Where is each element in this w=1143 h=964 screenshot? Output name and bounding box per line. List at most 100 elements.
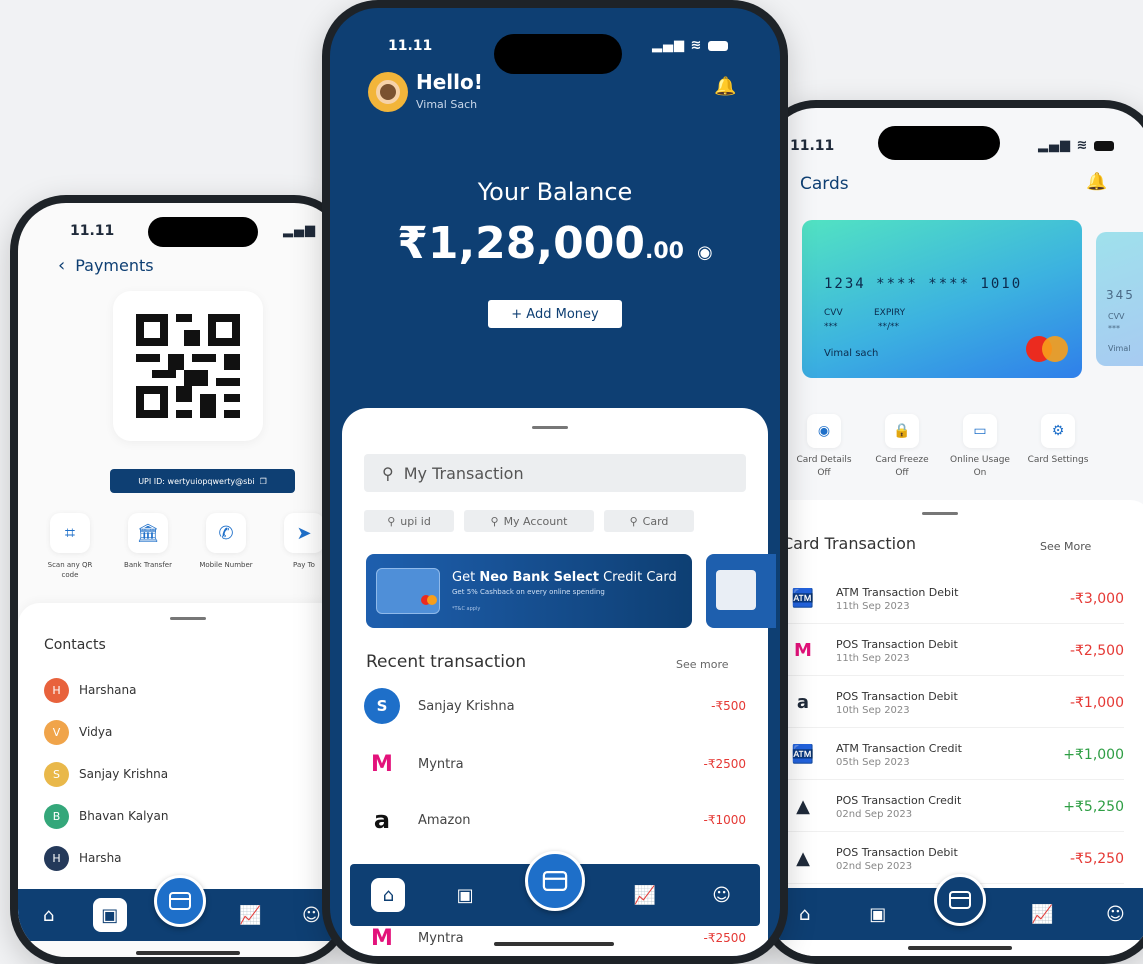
upi-id-pill[interactable]: UPI ID: wertyuiopqwerty@sbi ❐ [110,469,295,493]
search-input[interactable]: ⚲ My Transaction [364,454,746,492]
card-holder: Vimal sach [824,348,879,359]
chip-label: My Account [503,514,568,528]
profile-icon[interactable]: ☺ [705,878,739,912]
atm-icon [716,570,756,610]
search-icon: ⚲ [387,514,396,528]
scan-qr-action[interactable]: ⌗ Scan any QR code [40,513,100,581]
home-icon[interactable]: ⌂ [32,898,66,932]
see-more-link[interactable]: See More [1040,540,1091,553]
card-details-toggle[interactable]: ◉ Card Details Off [792,414,856,479]
mastercard-logo [1026,336,1068,362]
lock-icon: 🔒 [885,414,919,448]
see-more-link[interactable]: See more [676,658,729,671]
home-icon[interactable]: ⌂ [788,897,822,931]
avatar[interactable] [368,72,408,112]
promo-banner[interactable]: Get Neo Bank Select Credit Card Get 5% C… [366,554,692,628]
card-nav-button[interactable] [524,851,585,911]
card-transaction-row[interactable]: a POS Transaction Debit 10th Sep 2023 -₹1… [788,678,1124,728]
dynamic-island [494,34,622,74]
transaction-amount: -₹3,000 [1069,590,1124,607]
chip-label: upi id [400,514,431,528]
online-icon: ▭ [963,414,997,448]
qr-code-icon [136,314,240,418]
card-settings-button[interactable]: ⚙ Card Settings [1026,414,1090,479]
mobile-number-action[interactable]: ✆ Mobile Number [196,513,256,581]
dynamic-island [148,217,258,247]
profile-icon[interactable]: ☺ [1098,897,1132,931]
bank-icon: 🏛 [128,513,168,553]
status-time: 11.11 [388,38,433,54]
avatar: H [44,845,69,871]
transaction-name: Sanjay Krishna [418,698,515,714]
scan-qr-label: Scan any QR code [47,561,93,579]
card-transaction-row[interactable]: ▲ POS Transaction Credit 02nd Sep 2023 +₹… [788,782,1124,832]
search-icon: ⚲ [490,514,499,528]
payments-nav-icon[interactable]: ▣ [448,878,482,912]
home-screen: 11.11 ▂▄▆ ≋ Hello! Vimal Sach 🔔 Your Bal… [330,8,780,956]
avatar: V [44,719,69,745]
home-indicator [494,942,614,946]
sheet-handle[interactable] [170,617,206,620]
contact-item[interactable]: V Vidya [18,711,342,753]
transaction-title: POS Transaction Debit [836,637,958,651]
transaction-amount: -₹500 [711,699,746,713]
payment-actions: ⌗ Scan any QR code 🏛 Bank Transfer ✆ Mob… [40,513,334,581]
card-transaction-row[interactable]: M POS Transaction Debit 11th Sep 2023 -₹2… [788,626,1124,676]
contact-item[interactable]: H Harsha [18,837,342,879]
sheet-handle[interactable] [922,512,958,515]
bell-icon[interactable]: 🔔 [1086,172,1107,192]
filter-chip-card[interactable]: ⚲ Card [604,510,694,532]
chart-icon[interactable]: 📈 [233,898,267,932]
phone-icon: ✆ [206,513,246,553]
card-details-label: Card Details Off [796,455,852,478]
credit-card-secondary[interactable]: 345 CVV *** Vimal [1096,232,1143,366]
bank-transfer-action[interactable]: 🏛 Bank Transfer [118,513,178,581]
card-freeze-toggle[interactable]: 🔒 Card Freeze Off [870,414,934,479]
payments-nav-icon[interactable]: ▣ [861,897,895,931]
avatar-face [376,80,400,104]
transaction-row[interactable]: a Amazon -₹1000 [364,792,746,848]
filter-chip-account[interactable]: ⚲ My Account [464,510,594,532]
transaction-date: 05th Sep 2023 [836,756,910,768]
amazon-logo-icon: a [373,806,391,834]
home-icon[interactable]: ⌂ [371,878,406,912]
avatar: S [44,761,69,787]
contact-avatar: S [364,688,400,724]
sheet-handle[interactable] [532,426,568,429]
contact-item[interactable]: B Bhavan Kalyan [18,795,342,837]
transaction-title: ATM Transaction Credit [836,741,962,755]
greeting: Hello! [416,70,483,94]
adidas-logo-icon: ▲ [796,848,810,869]
card2-number: 345 [1106,288,1135,302]
card-nav-button[interactable] [933,874,986,926]
contact-item[interactable]: H Harshana [18,669,342,711]
add-money-button[interactable]: + Add Money [488,300,622,328]
filter-chip-upi[interactable]: ⚲ upi id [364,510,454,532]
bell-icon[interactable]: 🔔 [714,76,736,97]
chart-icon[interactable]: 📈 [628,878,662,912]
card-transaction-row[interactable]: 🏧 ATM Transaction Debit 11th Sep 2023 -₹3… [788,574,1124,624]
transaction-amount: -₹5,250 [1069,850,1124,867]
transaction-row[interactable]: S Sanjay Krishna -₹500 [364,678,746,734]
promo-banner-next[interactable] [706,554,776,628]
card-nav-button[interactable] [153,875,206,927]
signal-wifi-icon: ▂▄▆ ≋ [652,38,728,53]
eye-icon[interactable]: ◉ [697,242,713,263]
transaction-row[interactable]: M Myntra -₹2500 [364,736,746,792]
cvv-value: *** [824,322,838,332]
contact-list: H Harshana V Vidya S Sanjay Krishna B Bh… [18,669,342,879]
promo-note: *T&C apply [452,606,481,612]
back-chevron-icon[interactable]: ‹ [58,255,65,276]
dynamic-island [878,126,1000,160]
online-usage-toggle[interactable]: ▭ Online Usage On [948,414,1012,479]
chart-icon[interactable]: 📈 [1025,897,1059,931]
card-transaction-row[interactable]: 🏧 ATM Transaction Credit 05th Sep 2023 +₹… [788,730,1124,780]
bottom-nav: ⌂ ▣ 📈 ☺ [18,875,342,941]
promo-subtitle: Get 5% Cashback on every online spending [452,588,605,596]
contacts-title: Contacts [44,637,106,653]
transaction-amount: -₹1000 [703,813,746,827]
payments-nav-icon[interactable]: ▣ [92,898,127,932]
credit-card[interactable]: 1234 **** **** 1010 CVV *** EXPIRY **/**… [802,220,1082,378]
copy-icon[interactable]: ❐ [260,477,267,486]
contact-item[interactable]: S Sanjay Krishna [18,753,342,795]
